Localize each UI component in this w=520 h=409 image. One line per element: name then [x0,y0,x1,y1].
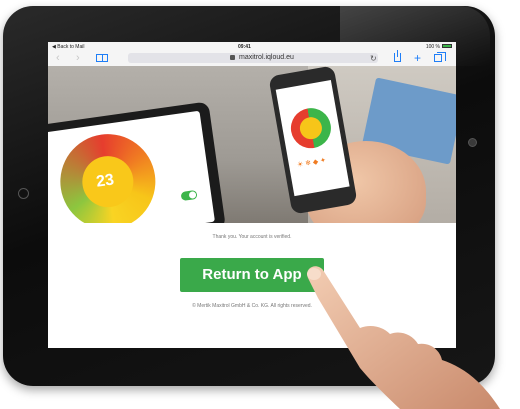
address-bar[interactable]: maxitrol.iqloud.eu [128,53,378,63]
status-time: 09:41 [238,44,251,50]
toggle-knob [188,191,197,199]
toggle-switch [180,189,198,202]
flame-gauge: 23 [54,127,162,223]
gauge-center: 23 [79,152,137,211]
tabs-icon[interactable] [434,52,446,62]
chevron-right-icon[interactable]: › [76,51,80,66]
tablet-screen: 23 [48,110,215,223]
verification-message: Thank you. Your account is verified. [212,234,292,240]
back-to-mail-link[interactable]: ◀ Back to Mail [52,44,84,50]
battery-percent: 100 % [425,44,440,50]
phone-screen: ☀ ❄ ◆ ✦ [275,79,350,197]
share-icon[interactable] [394,50,401,62]
hero-image: 23 ☀ ❄ ◆ ✦ [48,66,456,223]
book-icon[interactable] [96,54,108,62]
lock-icon [230,55,235,60]
phone-gauge [287,105,335,152]
phone-gauge-center [298,115,324,141]
pointing-hand-graphic [307,266,500,409]
gauge-value: 23 [95,171,116,191]
camera-icon [468,138,477,147]
battery-icon [442,44,452,48]
phone-control-icons: ☀ ❄ ◆ ✦ [296,157,327,170]
browser-toolbar: ‹ › maxitrol.iqloud.eu ↻ + [48,50,456,67]
home-button[interactable] [18,188,29,199]
tablet-graphic: 23 [48,101,226,223]
status-bar: ◀ Back to Mail 09:41 100 % [48,42,456,51]
reload-icon[interactable]: ↻ [370,51,377,66]
url-text: maxitrol.iqloud.eu [239,54,294,61]
chevron-left-icon[interactable]: ‹ [56,51,60,66]
plus-icon[interactable]: + [414,51,421,66]
